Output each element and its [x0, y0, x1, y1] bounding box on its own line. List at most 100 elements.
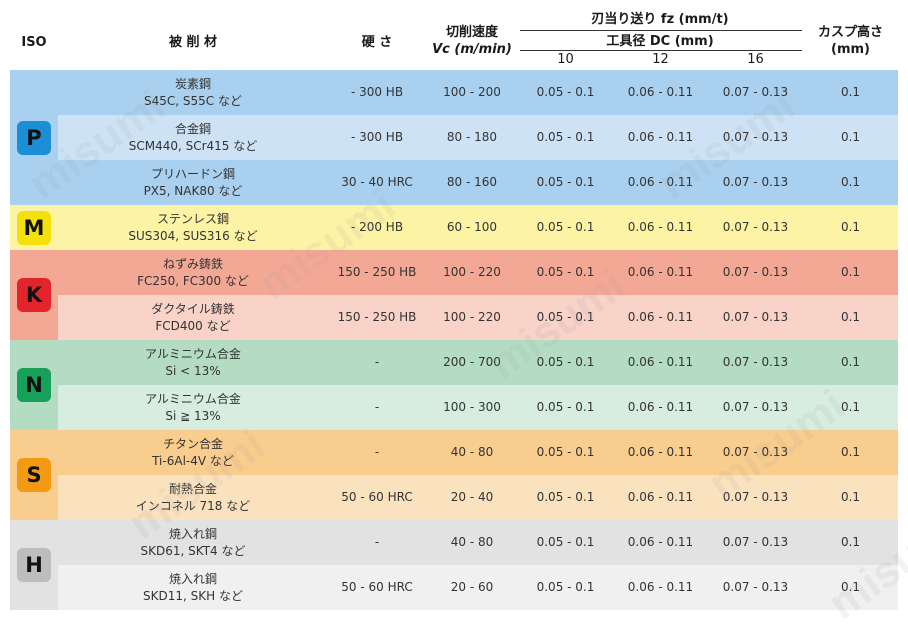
material-grades: SUS304, SUS316 など [128, 228, 258, 243]
speed-cell: 100 - 300 [443, 400, 501, 414]
header-speed-line1: 切削速度 [445, 25, 498, 40]
speed-cell: 60 - 100 [446, 220, 498, 234]
table-row: 合金鋼 SCM440, SCr415 など - 300 HB 80 - 180 0.05… [10, 115, 898, 160]
hardness-cell: - 200 HB [350, 220, 404, 234]
fz10-cell: 0.05 - 0.1 [536, 535, 595, 549]
material-grades: S45C, S55C など [144, 93, 242, 108]
cusp-cell: 0.1 [840, 310, 861, 324]
iso-badge-n: N [17, 368, 51, 402]
fz12-cell: 0.06 - 0.11 [627, 400, 694, 414]
header-iso: ISO [21, 35, 47, 50]
iso-group-k: K [10, 250, 58, 340]
header-diameter-title: 工具径 DC (mm) [606, 34, 714, 49]
fz16-cell: 0.07 - 0.13 [722, 265, 789, 279]
hardness-cell: - [374, 400, 380, 414]
fz12-cell: 0.06 - 0.11 [627, 580, 694, 594]
cusp-cell: 0.1 [840, 580, 861, 594]
fz16-cell: 0.07 - 0.13 [722, 400, 789, 414]
speed-cell: 100 - 200 [443, 85, 501, 99]
iso-badge-k: K [17, 278, 51, 312]
fz12-cell: 0.06 - 0.11 [627, 310, 694, 324]
fz16-cell: 0.07 - 0.13 [722, 580, 789, 594]
speed-cell: 200 - 700 [443, 355, 501, 369]
hardness-cell: - 300 HB [350, 85, 404, 99]
material-name: 耐熱合金 [168, 481, 217, 496]
fz12-cell: 0.06 - 0.11 [627, 130, 694, 144]
fz10-cell: 0.05 - 0.1 [536, 130, 595, 144]
fz16-cell: 0.07 - 0.13 [722, 85, 789, 99]
cusp-cell: 0.1 [840, 265, 861, 279]
cusp-cell: 0.1 [840, 490, 861, 504]
speed-cell: 100 - 220 [443, 265, 501, 279]
fz16-cell: 0.07 - 0.13 [722, 175, 789, 189]
speed-cell: 40 - 80 [450, 535, 494, 549]
iso-group-p: P [10, 70, 58, 205]
fz16-cell: 0.07 - 0.13 [722, 445, 789, 459]
table-row: 焼入れ鋼 SKD61, SKT4 など - 40 - 80 0.05 - 0.1 0.06… [10, 520, 898, 565]
fz12-cell: 0.06 - 0.11 [627, 85, 694, 99]
fz10-cell: 0.05 - 0.1 [536, 580, 595, 594]
iso-badge-s: S [17, 458, 51, 492]
material-cell: ステンレス鋼 SUS304, SUS316 など [58, 205, 328, 250]
fz10-cell: 0.05 - 0.1 [536, 175, 595, 189]
iso-badge-h: H [17, 548, 51, 582]
hardness-cell: 30 - 40 HRC [341, 175, 413, 189]
hardness-cell: - [374, 445, 380, 459]
speed-cell: 20 - 60 [450, 580, 494, 594]
material-cell: プリハードン鋼 PX5, NAK80 など [58, 160, 328, 205]
cusp-cell: 0.1 [840, 175, 861, 189]
table-row: 焼入れ鋼 SKD11, SKH など 50 - 60 HRC 20 - 60 0.05 … [10, 565, 898, 610]
table-row: ステンレス鋼 SUS304, SUS316 など - 200 HB 60 - 100 0… [10, 205, 898, 250]
material-name: ダクタイル鋳鉄 [151, 301, 235, 316]
table-row: 耐熱合金 インコネル 718 など 50 - 60 HRC 20 - 40 0.05 -… [10, 475, 898, 520]
header-rule-bottom [520, 50, 802, 51]
iso-group-h: H [10, 520, 58, 610]
material-grades: Si ≧ 13% [165, 408, 221, 423]
material-name: アルミニウム合金 [145, 346, 241, 361]
cusp-cell: 0.1 [840, 445, 861, 459]
fz12-cell: 0.06 - 0.11 [627, 535, 694, 549]
fz16-cell: 0.07 - 0.13 [722, 130, 789, 144]
table-row: チタン合金 Ti-6Al-4V など - 40 - 80 0.05 - 0.1 0.06 … [10, 430, 898, 475]
speed-cell: 80 - 180 [446, 130, 498, 144]
header-cusp-line1: カスプ高さ [817, 25, 883, 40]
iso-badge-p: P [17, 121, 51, 155]
hardness-cell: - 300 HB [350, 130, 404, 144]
table-row: プリハードン鋼 PX5, NAK80 など 30 - 40 HRC 80 - 160 0… [10, 160, 898, 205]
speed-cell: 20 - 40 [450, 490, 494, 504]
cusp-cell: 0.1 [840, 535, 861, 549]
fz12-cell: 0.06 - 0.11 [627, 175, 694, 189]
material-name: 炭素鋼 [174, 76, 211, 91]
material-grades: Ti-6Al-4V など [152, 453, 234, 468]
material-name: ねずみ鋳鉄 [162, 256, 223, 271]
header-diameter-10: 10 [557, 52, 574, 67]
fz16-cell: 0.07 - 0.13 [722, 220, 789, 234]
iso-group-n: N [10, 340, 58, 430]
fz10-cell: 0.05 - 0.1 [536, 490, 595, 504]
material-name: 合金鋼 [174, 121, 211, 136]
cusp-cell: 0.1 [840, 85, 861, 99]
material-cell: 焼入れ鋼 SKD61, SKT4 など [58, 520, 328, 565]
material-cell: 焼入れ鋼 SKD11, SKH など [58, 565, 328, 610]
material-grades: インコネル 718 など [135, 498, 251, 513]
material-name: 焼入れ鋼 [168, 571, 217, 586]
table-row: アルミニウム合金 Si < 13% - 200 - 700 0.05 - 0.1 0.06… [10, 340, 898, 385]
material-grades: SKD11, SKH など [143, 588, 243, 603]
material-grades: SKD61, SKT4 など [140, 543, 246, 558]
material-cell: ねずみ鋳鉄 FC250, FC300 など [58, 250, 328, 295]
material-grades: Si < 13% [165, 363, 221, 378]
material-cell: ダクタイル鋳鉄 FCD400 など [58, 295, 328, 340]
table-row: アルミニウム合金 Si ≧ 13% - 100 - 300 0.05 - 0.1 0.06… [10, 385, 898, 430]
cusp-cell: 0.1 [840, 355, 861, 369]
fz12-cell: 0.06 - 0.11 [627, 265, 694, 279]
header-diameter-16: 16 [747, 52, 764, 67]
material-name: チタン合金 [162, 436, 223, 451]
material-cell: 合金鋼 SCM440, SCr415 など [58, 115, 328, 160]
material-grades: FCD400 など [155, 318, 231, 333]
header-feed-title: 刃当り送り fz (mm/t) [591, 12, 729, 27]
material-cell: 炭素鋼 S45C, S55C など [58, 70, 328, 115]
material-cell: チタン合金 Ti-6Al-4V など [58, 430, 328, 475]
iso-group-m: M [10, 205, 58, 250]
table-row: ダクタイル鋳鉄 FCD400 など 150 - 250 HB 100 - 220 0.0… [10, 295, 898, 340]
fz16-cell: 0.07 - 0.13 [722, 490, 789, 504]
